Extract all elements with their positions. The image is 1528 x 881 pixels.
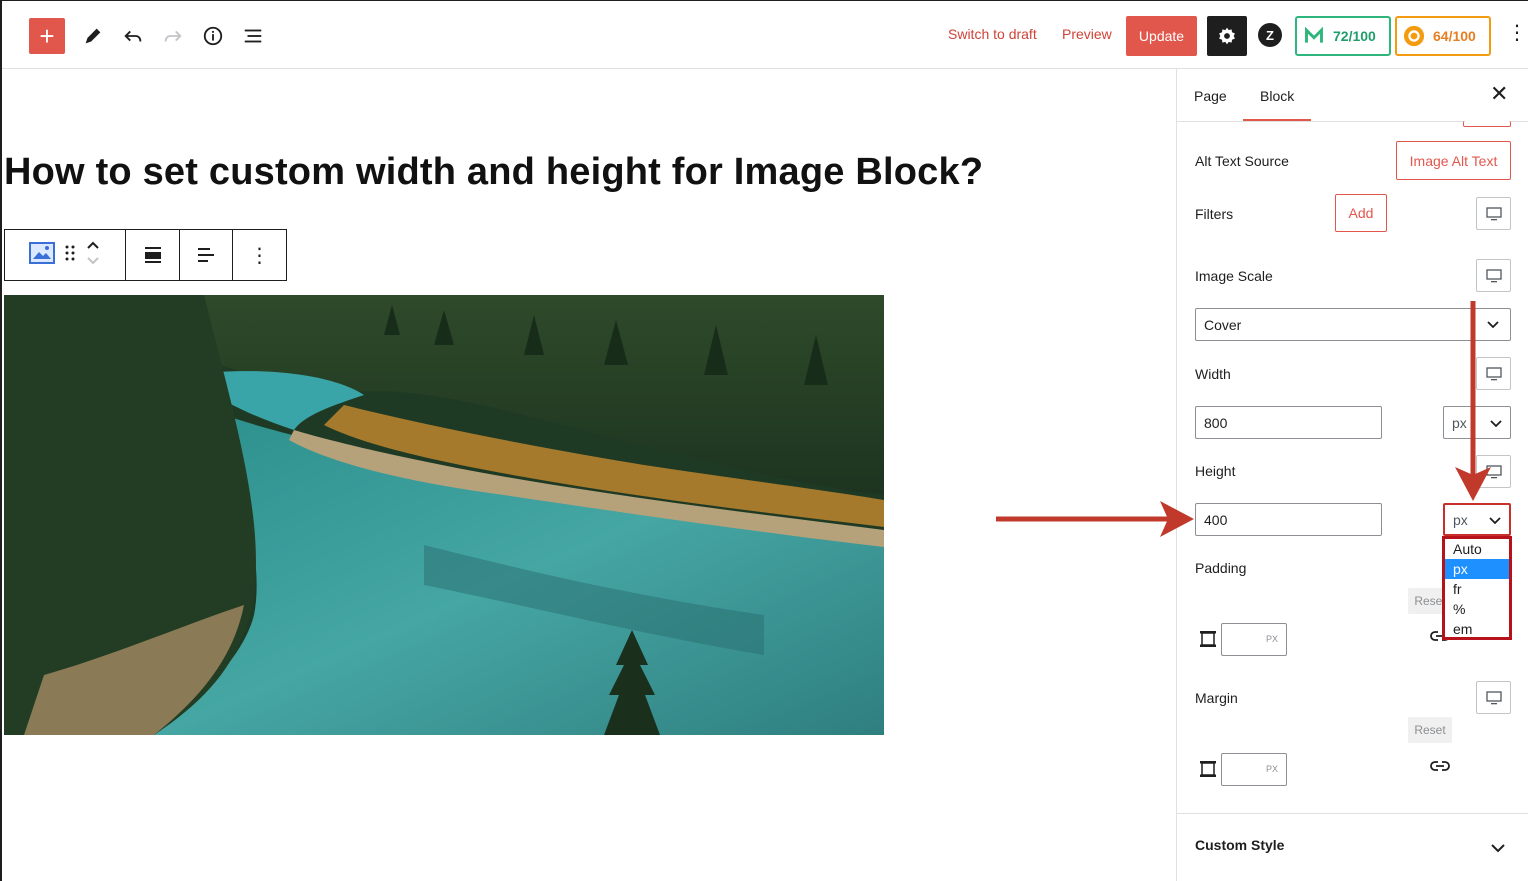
responsive-device-button[interactable] (1476, 357, 1511, 390)
partial-button-above (1463, 121, 1511, 127)
width-unit-select[interactable]: px (1443, 406, 1511, 439)
editor-window: + Switch to draft Preview Update Z 72/10… (0, 0, 1528, 881)
list-view-icon (244, 29, 262, 43)
text-align-button[interactable] (180, 230, 233, 280)
width-label: Width (1195, 366, 1231, 382)
post-title[interactable]: How to set custom width and height for I… (4, 151, 983, 194)
seo-score-value: 72/100 (1333, 28, 1376, 44)
unit-option-em[interactable]: em (1445, 619, 1509, 639)
box-sides-icon[interactable] (1199, 760, 1217, 783)
image-scale-label: Image Scale (1195, 268, 1273, 284)
block-toolbar: ⋮ (4, 229, 287, 281)
gear-icon (1219, 27, 1235, 45)
redo-button[interactable] (155, 18, 191, 54)
image-alt-text-button[interactable]: Image Alt Text (1396, 141, 1511, 180)
padding-label: Padding (1195, 560, 1247, 576)
active-tab-indicator (1243, 119, 1311, 121)
custom-style-panel-title[interactable]: Custom Style (1195, 837, 1284, 853)
list-view-button[interactable] (235, 18, 271, 54)
top-toolbar: + Switch to draft Preview Update Z 72/10… (2, 1, 1528, 69)
readability-score-badge[interactable]: 64/100 (1395, 16, 1491, 56)
undo-icon (124, 30, 142, 42)
alt-text-source-label: Alt Text Source (1195, 153, 1289, 169)
align-wide-button[interactable] (126, 230, 180, 280)
responsive-device-button[interactable] (1476, 197, 1511, 230)
seo-score-badge[interactable]: 72/100 (1295, 16, 1391, 56)
tools-button[interactable] (75, 18, 111, 54)
responsive-device-button[interactable] (1476, 455, 1511, 488)
more-options-icon[interactable]: ⋮ (1507, 23, 1527, 43)
image-block[interactable] (4, 295, 884, 735)
vertical-ellipsis-icon: ⋮ (249, 244, 270, 267)
align-center-icon (144, 247, 161, 263)
height-label: Height (1195, 463, 1236, 479)
desktop-icon (1485, 366, 1502, 380)
box-sides-icon[interactable] (1199, 630, 1217, 653)
undo-button[interactable] (115, 18, 151, 54)
margin-unit-label: PX (1265, 764, 1278, 774)
plugin-logo-icon[interactable]: Z (1258, 23, 1282, 47)
readability-gear-icon (1403, 25, 1425, 47)
height-input[interactable]: 400 (1195, 503, 1382, 536)
arrow-to-height-input (996, 501, 1194, 537)
block-type-group (5, 230, 126, 280)
desktop-icon (1485, 690, 1502, 704)
sidebar-tabs: Page Block ✕ (1177, 69, 1528, 122)
plus-icon: + (39, 20, 55, 51)
width-unit-value: px (1452, 414, 1467, 431)
padding-input[interactable]: PX (1221, 623, 1287, 656)
landscape-image (4, 295, 884, 735)
tab-page[interactable]: Page (1194, 88, 1227, 104)
height-unit-select[interactable]: px (1443, 503, 1511, 536)
filters-add-button[interactable]: Add (1335, 194, 1387, 232)
filters-label: Filters (1195, 206, 1234, 222)
update-button[interactable]: Update (1126, 16, 1197, 56)
settings-button[interactable] (1207, 16, 1247, 56)
image-block-icon[interactable] (29, 241, 55, 269)
padding-unit-label: PX (1265, 634, 1278, 644)
desktop-icon (1485, 268, 1502, 282)
image-scale-select[interactable]: Cover (1195, 308, 1511, 341)
chevron-down-icon[interactable] (1491, 840, 1505, 858)
pencil-icon (85, 28, 101, 44)
margin-reset-button[interactable]: Reset (1408, 717, 1452, 743)
height-unit-value: px (1453, 511, 1468, 528)
desktop-icon (1485, 464, 1502, 478)
unit-option-auto[interactable]: Auto (1445, 539, 1509, 559)
unit-option-px[interactable]: px (1445, 559, 1509, 579)
drag-handle-icon[interactable] (65, 244, 75, 267)
block-options-button[interactable]: ⋮ (233, 230, 286, 280)
info-icon (203, 26, 223, 46)
margin-label: Margin (1195, 690, 1238, 706)
redo-icon (164, 30, 182, 42)
align-left-icon (198, 248, 214, 262)
switch-to-draft-button[interactable]: Switch to draft (948, 26, 1037, 42)
desktop-icon (1485, 206, 1502, 220)
tab-block[interactable]: Block (1260, 88, 1294, 104)
margin-input[interactable]: PX (1221, 753, 1287, 786)
unit-dropdown-list[interactable]: Auto px fr % em (1442, 536, 1512, 640)
chevron-down-icon (1474, 309, 1510, 340)
seo-plugin-icon (1303, 25, 1325, 47)
settings-sidebar: Page Block ✕ Alt Text Source Image Alt T… (1176, 69, 1528, 881)
link-sides-icon[interactable] (1429, 759, 1451, 778)
details-button[interactable] (195, 18, 231, 54)
unit-option-percent[interactable]: % (1445, 599, 1509, 619)
move-up-down-icon[interactable] (85, 238, 101, 273)
responsive-device-button[interactable] (1476, 259, 1511, 292)
unit-option-fr[interactable]: fr (1445, 579, 1509, 599)
chevron-down-icon (1489, 512, 1501, 528)
responsive-device-button[interactable] (1476, 681, 1511, 714)
chevron-down-icon (1490, 415, 1502, 431)
image-scale-value: Cover (1204, 316, 1242, 333)
close-sidebar-icon[interactable]: ✕ (1490, 83, 1508, 105)
width-input[interactable]: 800 (1195, 406, 1382, 439)
preview-button[interactable]: Preview (1062, 26, 1112, 42)
section-divider (1177, 813, 1528, 814)
add-block-button[interactable]: + (29, 18, 65, 54)
readability-score-value: 64/100 (1433, 28, 1476, 44)
